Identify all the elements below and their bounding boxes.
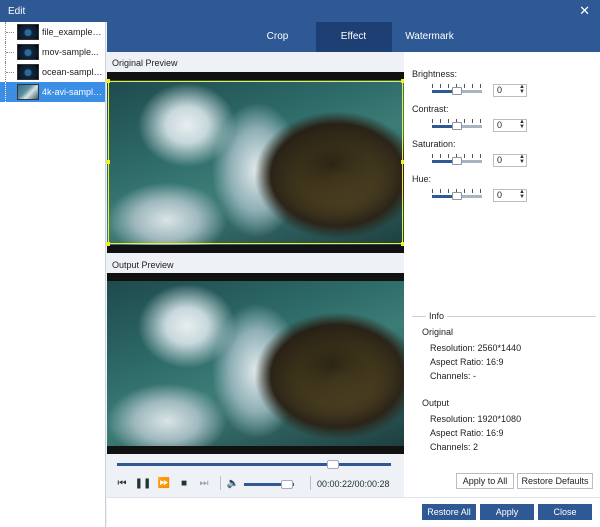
volume-handle[interactable]: [280, 480, 293, 489]
preview-panel: Original Preview Output Preview ⏮ ❚❚ ⏩ ■: [106, 52, 405, 497]
spin-arrows-icon[interactable]: ▲ ▼: [519, 189, 525, 200]
file-list: file_example_... mov-sample... ocean-sam…: [0, 22, 106, 527]
output-preview-label: Output Preview: [112, 260, 174, 270]
file-item-selected[interactable]: 4k-avi-sample...: [0, 82, 105, 102]
tab-effect[interactable]: Effect: [315, 22, 392, 52]
contrast-label: Contrast:: [412, 104, 449, 114]
playback-controls: ⏮ ❚❚ ⏩ ■ ⏭ 🔈 00:00:22/00:00:28: [107, 474, 404, 494]
info-title: Info: [426, 311, 448, 321]
contrast-spinbox[interactable]: 0 ▲ ▼: [493, 119, 527, 132]
original-heading: Original: [422, 327, 454, 337]
saturation-value: 0: [497, 155, 503, 165]
contrast-slider[interactable]: [432, 119, 482, 131]
crop-selection-box[interactable]: [106, 79, 405, 246]
slider-knob[interactable]: [452, 122, 462, 130]
pause-icon[interactable]: ❚❚: [135, 476, 152, 490]
saturation-slider[interactable]: [432, 154, 482, 166]
brightness-spinbox[interactable]: 0 ▲ ▼: [493, 84, 527, 97]
tree-connector: [5, 62, 14, 82]
hue-value: 0: [497, 190, 503, 200]
contrast-value: 0: [497, 120, 503, 130]
title-bar: Edit ✕: [0, 0, 600, 22]
output-channels: Channels: 2: [430, 442, 479, 452]
brightness-value: 0: [497, 85, 503, 95]
apply-to-all-button[interactable]: Apply to All: [456, 473, 514, 489]
output-preview-video: [107, 273, 404, 454]
restore-all-button[interactable]: Restore All: [422, 504, 476, 520]
skip-end-icon[interactable]: ⏭: [197, 476, 211, 490]
volume-icon[interactable]: 🔈: [226, 476, 240, 490]
tree-connector: [5, 82, 14, 102]
divider: [310, 476, 311, 490]
close-icon[interactable]: ✕: [579, 3, 590, 19]
spin-arrows-icon[interactable]: ▲ ▼: [519, 119, 525, 130]
divider: [220, 476, 221, 490]
output-resolution: Resolution: 1920*1080: [430, 414, 522, 424]
crop-handle[interactable]: [106, 160, 110, 164]
saturation-spinbox[interactable]: 0 ▲ ▼: [493, 154, 527, 167]
edit-window: Edit ✕ file_example_... mov-sample... oc…: [0, 0, 600, 527]
output-aspect-ratio: Aspect Ratio: 16:9: [430, 428, 504, 438]
video-thumbnail: [17, 24, 39, 40]
original-channels: Channels: -: [430, 371, 477, 381]
crop-handle[interactable]: [106, 79, 110, 83]
slider-knob[interactable]: [452, 157, 462, 165]
tab-bar: Crop Effect Watermark: [107, 22, 600, 52]
original-preview-label: Original Preview: [112, 58, 178, 68]
original-aspect-ratio: Aspect Ratio: 16:9: [430, 357, 504, 367]
original-preview-video: [106, 72, 405, 253]
hue-label: Hue:: [412, 174, 432, 184]
file-item[interactable]: file_example_...: [0, 22, 105, 42]
file-name: file_example_...: [42, 27, 104, 37]
window-title: Edit: [8, 5, 26, 17]
original-resolution: Resolution: 2560*1440: [430, 343, 522, 353]
spin-arrows-icon[interactable]: ▲ ▼: [519, 84, 525, 95]
effect-panel: Brightness: 0 ▲ ▼ Contrast: 0 ▲ ▼ Saturati…: [404, 52, 600, 497]
saturation-label: Saturation:: [412, 139, 456, 149]
slider-knob[interactable]: [452, 87, 462, 95]
stop-icon[interactable]: ■: [177, 476, 191, 490]
apply-button[interactable]: Apply: [480, 504, 534, 520]
bottom-bar: Restore All Apply Close: [107, 497, 600, 527]
output-video-frame: [107, 281, 404, 446]
playback-progress-bar[interactable]: [117, 460, 391, 469]
file-name: 4k-avi-sample...: [42, 87, 104, 97]
brightness-slider[interactable]: [432, 84, 482, 96]
tab-crop[interactable]: Crop: [240, 22, 316, 52]
video-thumbnail: [17, 84, 39, 100]
restore-defaults-button[interactable]: Restore Defaults: [517, 473, 593, 489]
hue-slider[interactable]: [432, 189, 482, 201]
file-item[interactable]: ocean-sample...: [0, 62, 105, 82]
close-button[interactable]: Close: [538, 504, 592, 520]
slider-knob[interactable]: [452, 192, 462, 200]
skip-start-icon[interactable]: ⏮: [115, 476, 129, 490]
tree-connector: [5, 22, 14, 42]
file-name: ocean-sample...: [42, 67, 104, 77]
spin-arrows-icon[interactable]: ▲ ▼: [519, 154, 525, 165]
brightness-label: Brightness:: [412, 69, 458, 79]
file-item[interactable]: mov-sample...: [0, 42, 105, 62]
file-name: mov-sample...: [42, 47, 99, 57]
tab-watermark[interactable]: Watermark: [392, 22, 468, 52]
info-group: Info Original Resolution: 2560*1440 Aspe…: [412, 311, 596, 456]
volume-slider[interactable]: [244, 480, 294, 489]
crop-handle[interactable]: [106, 242, 110, 246]
video-thumbnail: [17, 64, 39, 80]
timecode: 00:00:22/00:00:28: [317, 479, 390, 489]
output-heading: Output: [422, 398, 450, 408]
video-thumbnail: [17, 44, 39, 60]
progress-handle[interactable]: [327, 460, 340, 469]
tree-connector: [5, 42, 14, 62]
hue-spinbox[interactable]: 0 ▲ ▼: [493, 189, 527, 202]
fast-forward-icon[interactable]: ⏩: [157, 476, 171, 490]
